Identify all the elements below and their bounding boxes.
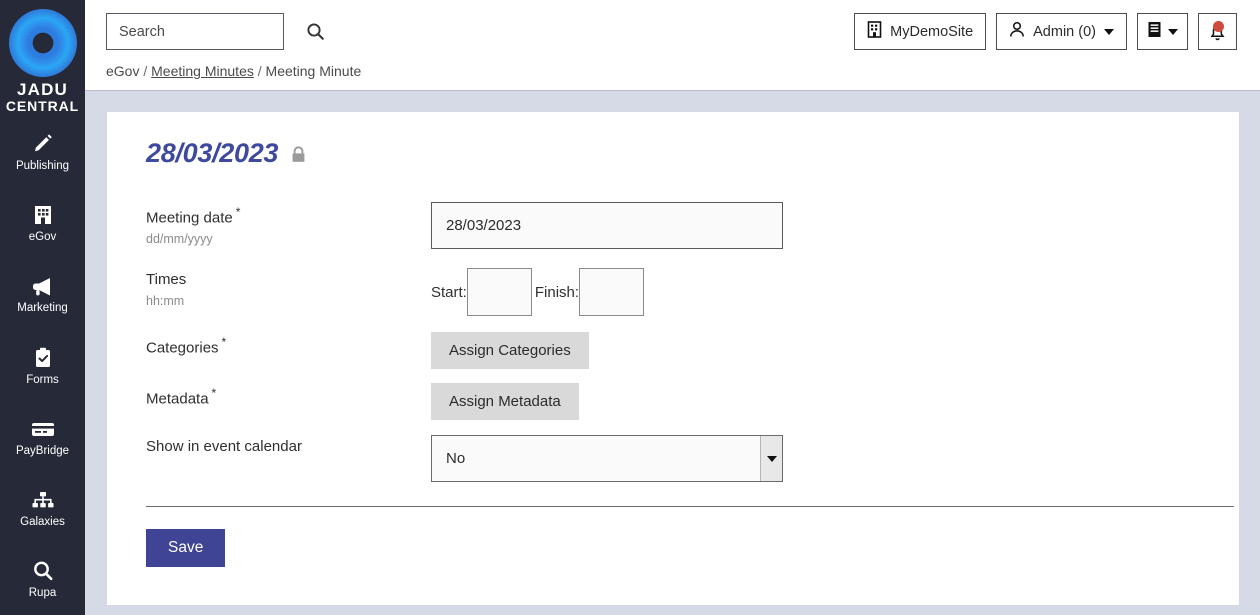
assign-categories-button[interactable]: Assign Categories: [431, 332, 589, 369]
field-times: Times hh:mm Start: Finish:: [146, 268, 1239, 318]
required-marker: *: [211, 386, 217, 400]
admin-menu-button[interactable]: Admin (0): [996, 13, 1127, 50]
credit-card-icon: [30, 417, 56, 441]
top-actions: MyDemoSite Admin (0): [854, 13, 1237, 50]
app-root: JADU CENTRAL Publishing eGov Marketing F…: [0, 0, 1260, 615]
field-label: Show in event calendar: [146, 435, 431, 456]
building-icon: [32, 203, 54, 227]
sidebar-item-label: Rupa: [28, 587, 57, 600]
logo-text: JADU CENTRAL: [5, 80, 80, 115]
field-control: Start: Finish:: [431, 268, 1239, 316]
search-input[interactable]: [119, 23, 306, 40]
breadcrumb-link-meeting-minutes[interactable]: Meeting Minutes: [151, 63, 254, 79]
sidebar-item-forms[interactable]: Forms: [0, 330, 85, 401]
caret-shape: [766, 455, 777, 462]
site-selector-button[interactable]: MyDemoSite: [854, 13, 987, 50]
notification-badge: [1212, 20, 1224, 32]
card-header: 28/03/2023: [107, 112, 1239, 169]
magnifier-icon: [31, 559, 55, 583]
bell-icon: [1209, 20, 1226, 41]
form-divider: [146, 506, 1234, 507]
sidebar-item-egov[interactable]: eGov: [0, 188, 85, 259]
meeting-minute-form: Meeting date* dd/mm/yyyy Times hh:mm: [107, 169, 1239, 485]
sidebar-item-label: Publishing: [15, 160, 70, 173]
pencil-icon: [31, 132, 55, 156]
times-row: Start: Finish:: [431, 268, 1239, 316]
search-icon[interactable]: [306, 22, 325, 41]
select-value: No: [446, 450, 466, 467]
chevron-down-icon: [1104, 28, 1114, 35]
sitemap-icon: [30, 488, 56, 512]
field-label: Meeting date * dd/mm/yyyy: [146, 202, 431, 246]
start-time-label: Start:: [431, 283, 467, 301]
field-meeting-date: Meeting date * dd/mm/yyyy: [146, 202, 1239, 252]
breadcrumb-separator: /: [143, 63, 148, 79]
book-menu-button[interactable]: [1137, 13, 1188, 50]
field-control: Assign Categories: [431, 332, 1239, 369]
sidebar: JADU CENTRAL Publishing eGov Marketing F…: [0, 0, 85, 615]
user-icon: [1009, 21, 1025, 42]
page-area: eGov / Meeting Minutes / Meeting Minute …: [85, 0, 1260, 615]
page-title: 28/03/2023: [146, 138, 279, 168]
save-button[interactable]: Save: [146, 529, 226, 567]
sidebar-item-publishing[interactable]: Publishing: [0, 117, 85, 188]
required-marker: *: [235, 205, 241, 219]
assign-metadata-button[interactable]: Assign Metadata: [431, 383, 579, 420]
sidebar-item-label: PayBridge: [15, 444, 70, 457]
app-logo[interactable]: JADU CENTRAL: [0, 0, 85, 117]
search-box[interactable]: [106, 13, 324, 50]
book-icon: [1147, 21, 1162, 42]
sidebar-item-label: Forms: [26, 373, 59, 386]
breadcrumb-separator: /: [257, 63, 262, 79]
breadcrumb: eGov / Meeting Minutes / Meeting Minute: [106, 63, 361, 79]
sidebar-item-rupa[interactable]: Rupa: [0, 544, 85, 615]
jadu-ring-logo-icon: [8, 9, 77, 77]
field-label: Metadata *: [146, 383, 431, 408]
field-label-text: Meeting date: [146, 209, 233, 227]
sidebar-item-paybridge[interactable]: PayBridge: [0, 401, 85, 472]
finish-time-label: Finish:: [534, 283, 580, 301]
sidebar-item-galaxies[interactable]: Galaxies: [0, 473, 85, 544]
sidebar-item-label: Galaxies: [20, 515, 65, 528]
notifications-button[interactable]: [1198, 13, 1237, 50]
finish-time-input[interactable]: [579, 268, 645, 316]
admin-menu-label: Admin (0): [1033, 23, 1096, 40]
logo-line-1: JADU: [16, 80, 69, 99]
sidebar-item-label: eGov: [28, 231, 57, 244]
sidebar-item-marketing[interactable]: Marketing: [0, 259, 85, 330]
field-label: Times hh:mm: [146, 268, 431, 308]
chevron-down-icon: [1168, 28, 1178, 35]
field-control: No: [431, 435, 1239, 482]
start-time-input[interactable]: [466, 268, 532, 316]
field-hint: dd/mm/yyyy: [146, 232, 213, 247]
field-categories: Categories * Assign Categories: [146, 332, 1239, 374]
breadcrumb-root[interactable]: eGov: [106, 63, 139, 79]
show-in-event-calendar-select[interactable]: No: [431, 435, 783, 482]
field-metadata: Metadata * Assign Metadata: [146, 383, 1239, 425]
field-control: [431, 202, 1239, 249]
sidebar-item-label: Marketing: [17, 302, 68, 315]
clipboard-check-icon: [32, 346, 54, 370]
content-card: 28/03/2023 Meeting date * dd/mm/yyyy 28/…: [107, 112, 1239, 605]
field-label-text: Categories: [146, 339, 219, 357]
meeting-date-input[interactable]: [431, 202, 783, 249]
logo-line-2: CENTRAL: [5, 98, 80, 115]
field-hint: hh:mm: [146, 294, 185, 308]
field-label-text: Show in event calendar: [146, 438, 302, 455]
breadcrumb-current: Meeting Minute: [265, 63, 362, 79]
field-control: Assign Metadata: [431, 383, 1239, 420]
megaphone-icon: [30, 274, 56, 298]
building-icon: [867, 21, 882, 42]
site-selector-label: MyDemoSite: [890, 23, 974, 40]
required-marker: *: [221, 335, 227, 349]
chevron-down-icon[interactable]: [760, 436, 782, 481]
field-show-in-event-calendar: Show in event calendar No: [146, 435, 1239, 485]
field-label-text: Times: [146, 271, 187, 288]
field-label: Categories *: [146, 332, 431, 357]
field-label-text: Metadata: [146, 390, 209, 408]
lock-icon: [290, 145, 307, 165]
top-bar: eGov / Meeting Minutes / Meeting Minute …: [85, 0, 1260, 91]
